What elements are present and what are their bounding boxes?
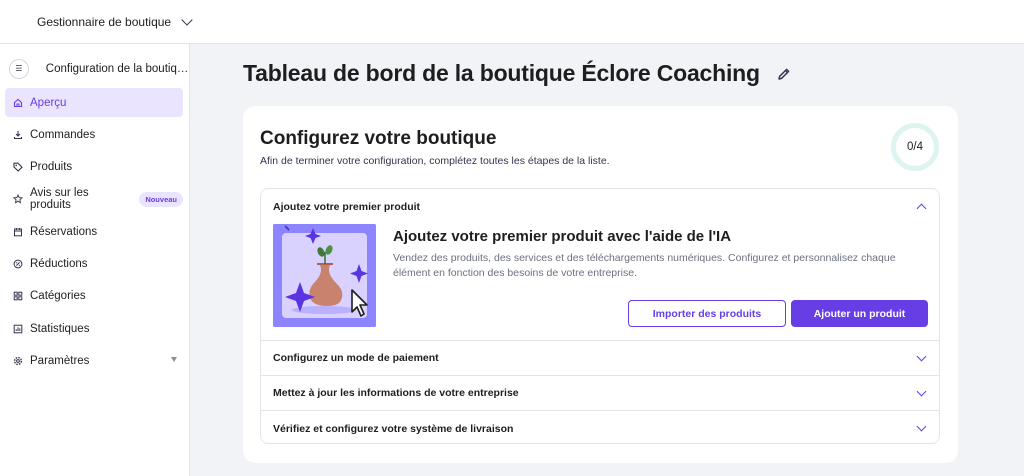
discount-icon bbox=[13, 259, 23, 269]
chevron-down-icon bbox=[916, 386, 927, 396]
page-title-row: Tableau de bord de la boutique Éclore Co… bbox=[243, 60, 792, 87]
sidebar-item-products[interactable]: Produits bbox=[5, 153, 183, 182]
store-switcher[interactable]: Gestionnaire de boutique bbox=[37, 13, 193, 29]
caret-down-icon bbox=[171, 357, 177, 363]
star-icon bbox=[13, 194, 23, 205]
sidebar-item-label: Commandes bbox=[30, 128, 96, 141]
chart-icon bbox=[13, 324, 23, 334]
pencil-icon[interactable] bbox=[776, 66, 792, 82]
checklist-icon: ☰ bbox=[9, 59, 29, 79]
store-setup-link[interactable]: ☰ Configuration de la boutique... bbox=[0, 50, 189, 88]
sidebar-nav: Aperçu Commandes Produits Avis sur les p… bbox=[0, 88, 189, 375]
sidebar-item-label: Produits bbox=[30, 161, 73, 174]
card-subtitle: Afin de terminer votre configuration, co… bbox=[260, 155, 610, 167]
sidebar-item-categories[interactable]: Catégories bbox=[5, 282, 183, 311]
sidebar-item-statistics[interactable]: Statistiques bbox=[5, 314, 183, 343]
setup-steps-list: Ajoutez votre premier produit Ajoutez vo… bbox=[260, 188, 940, 444]
sidebar-item-overview[interactable]: Aperçu bbox=[5, 88, 183, 117]
tag-icon bbox=[13, 162, 23, 172]
step-body: Ajoutez votre premier produit avec l'aid… bbox=[261, 224, 939, 340]
chevron-up-icon bbox=[916, 203, 927, 214]
sidebar-item-label: Réservations bbox=[30, 225, 98, 238]
add-product-button[interactable]: Ajouter un produit bbox=[791, 300, 928, 327]
store-setup-label: Configuration de la boutique... bbox=[45, 63, 189, 75]
step-title: Mettez à jour les informations de votre … bbox=[273, 387, 519, 399]
step-shipping[interactable]: Vérifiez et configurez votre système de … bbox=[261, 411, 939, 443]
chevron-down-icon bbox=[916, 351, 927, 361]
sidebar-item-settings[interactable]: Paramètres bbox=[5, 346, 183, 375]
step-body-title: Ajoutez votre premier produit avec l'aid… bbox=[393, 228, 732, 245]
card-title: Configurez votre boutique bbox=[260, 128, 497, 149]
sidebar-item-label: Statistiques bbox=[30, 322, 90, 335]
sidebar-item-label: Paramètres bbox=[30, 354, 90, 367]
gear-icon bbox=[13, 356, 23, 366]
sidebar-item-label: Catégories bbox=[30, 290, 86, 303]
step-title: Configurez un mode de paiement bbox=[273, 352, 439, 364]
import-products-button[interactable]: Importer des produits bbox=[628, 300, 786, 327]
sidebar-item-bookings[interactable]: Réservations bbox=[5, 217, 183, 246]
sidebar-item-orders[interactable]: Commandes bbox=[5, 120, 183, 149]
grid-icon bbox=[13, 291, 23, 301]
step-header[interactable]: Ajoutez votre premier produit bbox=[261, 189, 939, 224]
chevron-down-icon bbox=[181, 13, 193, 26]
vase-illustration bbox=[273, 224, 376, 327]
step-body-description: Vendez des produits, des services et des… bbox=[393, 252, 896, 279]
new-badge: Nouveau bbox=[139, 191, 183, 207]
sidebar-item-label: Aperçu bbox=[30, 96, 67, 109]
step-add-product: Ajoutez votre premier produit Ajoutez vo… bbox=[261, 189, 939, 341]
home-icon bbox=[13, 98, 23, 108]
step-title: Ajoutez votre premier produit bbox=[273, 200, 421, 213]
download-icon bbox=[13, 130, 23, 140]
step-title: Vérifiez et configurez votre système de … bbox=[273, 422, 514, 435]
sidebar-item-label: Réductions bbox=[30, 257, 88, 270]
sidebar-item-discounts[interactable]: Réductions bbox=[5, 249, 183, 278]
sidebar-item-label: Avis sur les produits bbox=[30, 187, 89, 212]
store-switcher-label: Gestionnaire de boutique bbox=[37, 14, 172, 29]
sidebar: ☰ Configuration de la boutique... Aperçu… bbox=[0, 44, 190, 476]
calendar-icon bbox=[13, 227, 23, 237]
top-bar: Gestionnaire de boutique bbox=[0, 0, 1024, 44]
progress-label: 0/4 bbox=[907, 141, 923, 153]
store-setup-card: Configurez votre boutique Afin de termin… bbox=[243, 106, 958, 463]
step-payment-method[interactable]: Configurez un mode de paiement bbox=[261, 341, 939, 376]
step-business-info[interactable]: Mettez à jour les informations de votre … bbox=[261, 376, 939, 411]
page-title: Tableau de bord de la boutique Éclore Co… bbox=[243, 60, 760, 86]
progress-ring: 0/4 bbox=[891, 123, 939, 171]
chevron-down-icon bbox=[916, 421, 927, 432]
sidebar-item-product-reviews[interactable]: Avis sur les produits Nouveau bbox=[5, 185, 183, 214]
